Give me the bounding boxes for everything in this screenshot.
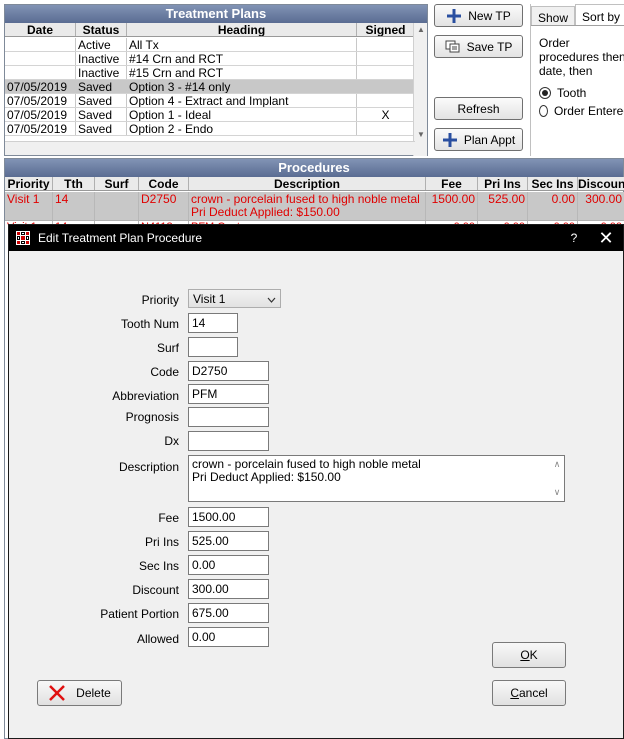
sort-panel: Show Sort by Order procedures then date,… xyxy=(530,4,624,156)
col-priority[interactable]: Priority xyxy=(5,177,53,190)
scroll-down-icon[interactable]: ▼ xyxy=(414,128,428,142)
discount-input[interactable]: 300.00 xyxy=(188,579,269,599)
tab-show[interactable]: Show xyxy=(531,6,576,25)
refresh-button[interactable]: Refresh xyxy=(434,97,523,120)
surf-label: Surf xyxy=(156,341,179,355)
sort-body: Order procedures then date, then Tooth O… xyxy=(531,26,624,154)
col-sec-ins[interactable]: Sec Ins xyxy=(528,177,578,190)
help-icon[interactable]: ? xyxy=(559,231,589,245)
allowed-label: Allowed xyxy=(136,632,179,646)
horizontal-scrollbar[interactable] xyxy=(5,141,415,155)
chevron-down-icon xyxy=(267,292,276,306)
treatment-plans-rows: Active All Tx Inactive #14 Crn and RCT I… xyxy=(5,38,415,136)
radio-checked-icon xyxy=(539,87,551,99)
dx-label: Dx xyxy=(164,434,179,448)
radio-tooth[interactable]: Tooth xyxy=(539,86,624,100)
abbreviation-input[interactable]: PFM xyxy=(188,384,269,404)
edit-procedure-dialog: Edit Treatment Plan Procedure ? ✕ Priori… xyxy=(8,224,624,739)
dx-input[interactable] xyxy=(188,431,269,451)
col-surf[interactable]: Surf xyxy=(95,177,139,190)
scroll-down-icon[interactable]: ∨ xyxy=(554,486,561,499)
patient-portion-label: Patient Portion xyxy=(100,607,179,621)
plan-appt-button[interactable]: Plan Appt xyxy=(434,128,523,151)
procedures-header: Priority Tth Surf Code Description Fee P… xyxy=(5,177,624,191)
table-row[interactable]: Visit 1 14 D2750 crown - porcelain fused… xyxy=(5,192,624,221)
plus-icon xyxy=(442,132,458,148)
fee-input[interactable]: 1500.00 xyxy=(188,507,269,527)
description-label: Description xyxy=(118,460,179,474)
dialog-title: Edit Treatment Plan Procedure xyxy=(38,231,203,245)
new-tp-button[interactable]: New TP xyxy=(434,4,523,27)
allowed-input[interactable]: 0.00 xyxy=(188,627,269,647)
col-heading[interactable]: Heading xyxy=(127,23,357,36)
tooth-num-label: Tooth Num xyxy=(120,317,179,331)
sort-tabs: Show Sort by xyxy=(531,4,624,26)
prognosis-label: Prognosis xyxy=(125,410,179,424)
cancel-button[interactable]: Cancel xyxy=(492,680,566,706)
table-row[interactable]: Inactive #14 Crn and RCT xyxy=(5,52,415,66)
radio-unchecked-icon xyxy=(539,105,548,117)
delete-x-icon xyxy=(48,684,66,702)
col-fee[interactable]: Fee xyxy=(426,177,478,190)
vertical-scrollbar[interactable]: ▲ ▼ xyxy=(413,23,427,156)
col-pri-ins[interactable]: Pri Ins xyxy=(478,177,528,190)
code-label: Code xyxy=(150,365,179,379)
table-row[interactable]: Active All Tx xyxy=(5,38,415,52)
ok-button[interactable]: OK xyxy=(492,642,566,668)
sort-caption: Order procedures then date, then xyxy=(539,36,624,78)
pri-ins-input[interactable]: 525.00 xyxy=(188,531,269,551)
table-row[interactable]: Inactive #15 Crn and RCT xyxy=(5,66,415,80)
col-discount[interactable]: Discount xyxy=(578,177,624,190)
treatment-plans-header: Date Status Heading Signed xyxy=(5,23,415,37)
prognosis-input[interactable] xyxy=(188,407,269,427)
copy-icon xyxy=(445,40,461,54)
table-row[interactable]: 07/05/2019 Saved Option 4 - Extract and … xyxy=(5,94,415,108)
close-icon[interactable]: ✕ xyxy=(589,229,623,247)
abbreviation-label: Abbreviation xyxy=(112,389,179,403)
sec-ins-label: Sec Ins xyxy=(138,559,179,573)
priority-select[interactable]: Visit 1 xyxy=(188,289,281,308)
col-date[interactable]: Date xyxy=(5,23,76,36)
delete-button[interactable]: Delete xyxy=(37,680,122,706)
col-signed[interactable]: Signed xyxy=(357,23,415,36)
code-input[interactable]: D2750 xyxy=(188,361,269,381)
table-row[interactable]: 07/05/2019 Saved Option 1 - Ideal X xyxy=(5,108,415,122)
col-status[interactable]: Status xyxy=(76,23,127,36)
surf-input[interactable] xyxy=(188,337,238,357)
textarea-scrollbar[interactable]: ∧ ∨ xyxy=(552,458,562,499)
scroll-up-icon[interactable]: ▲ xyxy=(414,23,428,37)
tab-sort-by[interactable]: Sort by xyxy=(575,4,624,25)
discount-label: Discount xyxy=(132,583,179,597)
save-tp-button[interactable]: Save TP xyxy=(434,35,523,58)
priority-label: Priority xyxy=(141,293,179,307)
procedures-title: Procedures xyxy=(5,159,623,177)
col-tth[interactable]: Tth xyxy=(53,177,95,190)
col-description[interactable]: Description xyxy=(189,177,426,190)
treatment-plans-panel: Treatment Plans Date Status Heading Sign… xyxy=(4,4,428,156)
pri-ins-label: Pri Ins xyxy=(144,535,179,549)
app-icon xyxy=(16,231,30,245)
plus-icon xyxy=(446,8,462,24)
table-row-selected[interactable]: 07/05/2019 Saved Option 3 - #14 only xyxy=(5,80,415,94)
dialog-titlebar[interactable]: Edit Treatment Plan Procedure ? ✕ xyxy=(9,225,623,251)
col-code[interactable]: Code xyxy=(139,177,189,190)
description-textarea[interactable]: crown - porcelain fused to high noble me… xyxy=(188,455,565,502)
patient-portion-input[interactable]: 675.00 xyxy=(188,603,269,623)
radio-order-entered[interactable]: Order Entered xyxy=(539,104,624,118)
fee-label: Fee xyxy=(158,511,179,525)
sec-ins-input[interactable]: 0.00 xyxy=(188,555,269,575)
table-row[interactable]: 07/05/2019 Saved Option 2 - Endo xyxy=(5,122,415,136)
treatment-plans-title: Treatment Plans xyxy=(5,5,427,23)
tooth-num-input[interactable]: 14 xyxy=(188,313,238,333)
scroll-up-icon[interactable]: ∧ xyxy=(554,458,561,471)
